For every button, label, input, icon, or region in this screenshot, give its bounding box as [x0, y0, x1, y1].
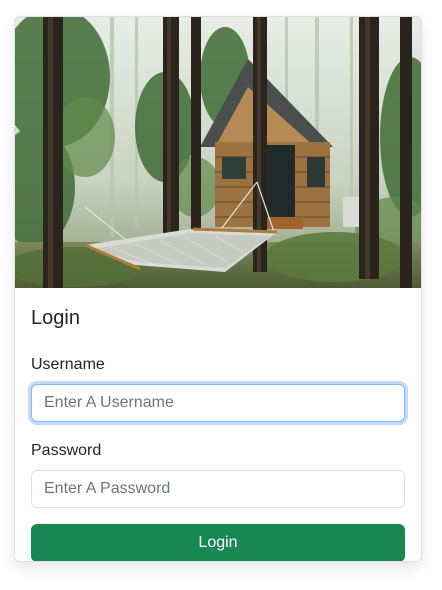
login-title: Login — [31, 307, 80, 329]
username-input[interactable] — [31, 384, 405, 422]
login-button[interactable]: Login — [31, 524, 405, 561]
password-label: Password — [31, 442, 102, 459]
cabin-forest-image — [15, 17, 421, 288]
password-input[interactable] — [31, 470, 405, 508]
username-label: Username — [31, 356, 105, 373]
login-card: Login Username Password Login — [14, 16, 422, 562]
